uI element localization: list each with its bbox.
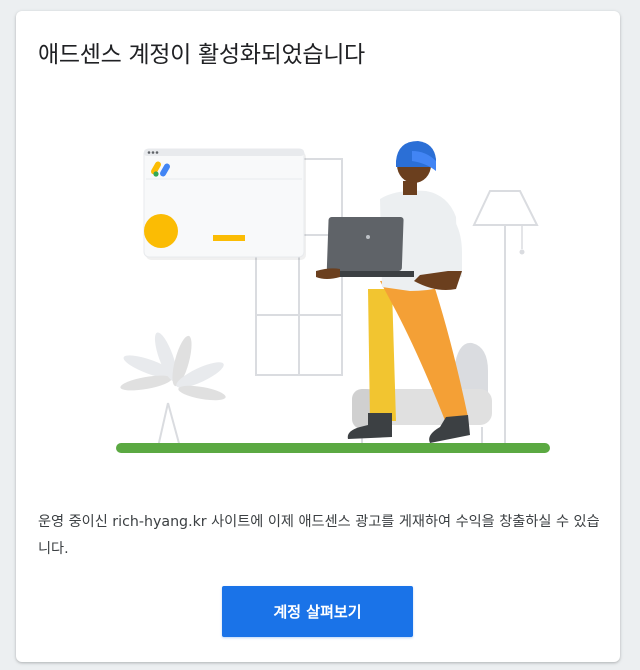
activation-card: 애드센스 계정이 활성화되었습니다 운영 중이신 rich-hyang.kr 사… [16, 11, 620, 662]
payment-bar [213, 235, 245, 241]
potted-plant [120, 332, 226, 448]
description-prefix: 운영 중이신 [38, 514, 113, 530]
person-with-laptop [316, 141, 470, 443]
explore-account-button[interactable]: 계정 살펴보기 [222, 586, 413, 637]
ground-line [116, 443, 550, 453]
site-name: rich-hyang.kr [112, 514, 207, 530]
activation-illustration [16, 121, 620, 471]
activation-description: 운영 중이신 rich-hyang.kr 사이트에 이제 애드센스 광고를 게재… [38, 509, 604, 563]
browser-window-card [143, 148, 306, 260]
coin-graphic [144, 214, 178, 248]
page-title: 애드센스 계정이 활성화되었습니다 [38, 42, 365, 68]
